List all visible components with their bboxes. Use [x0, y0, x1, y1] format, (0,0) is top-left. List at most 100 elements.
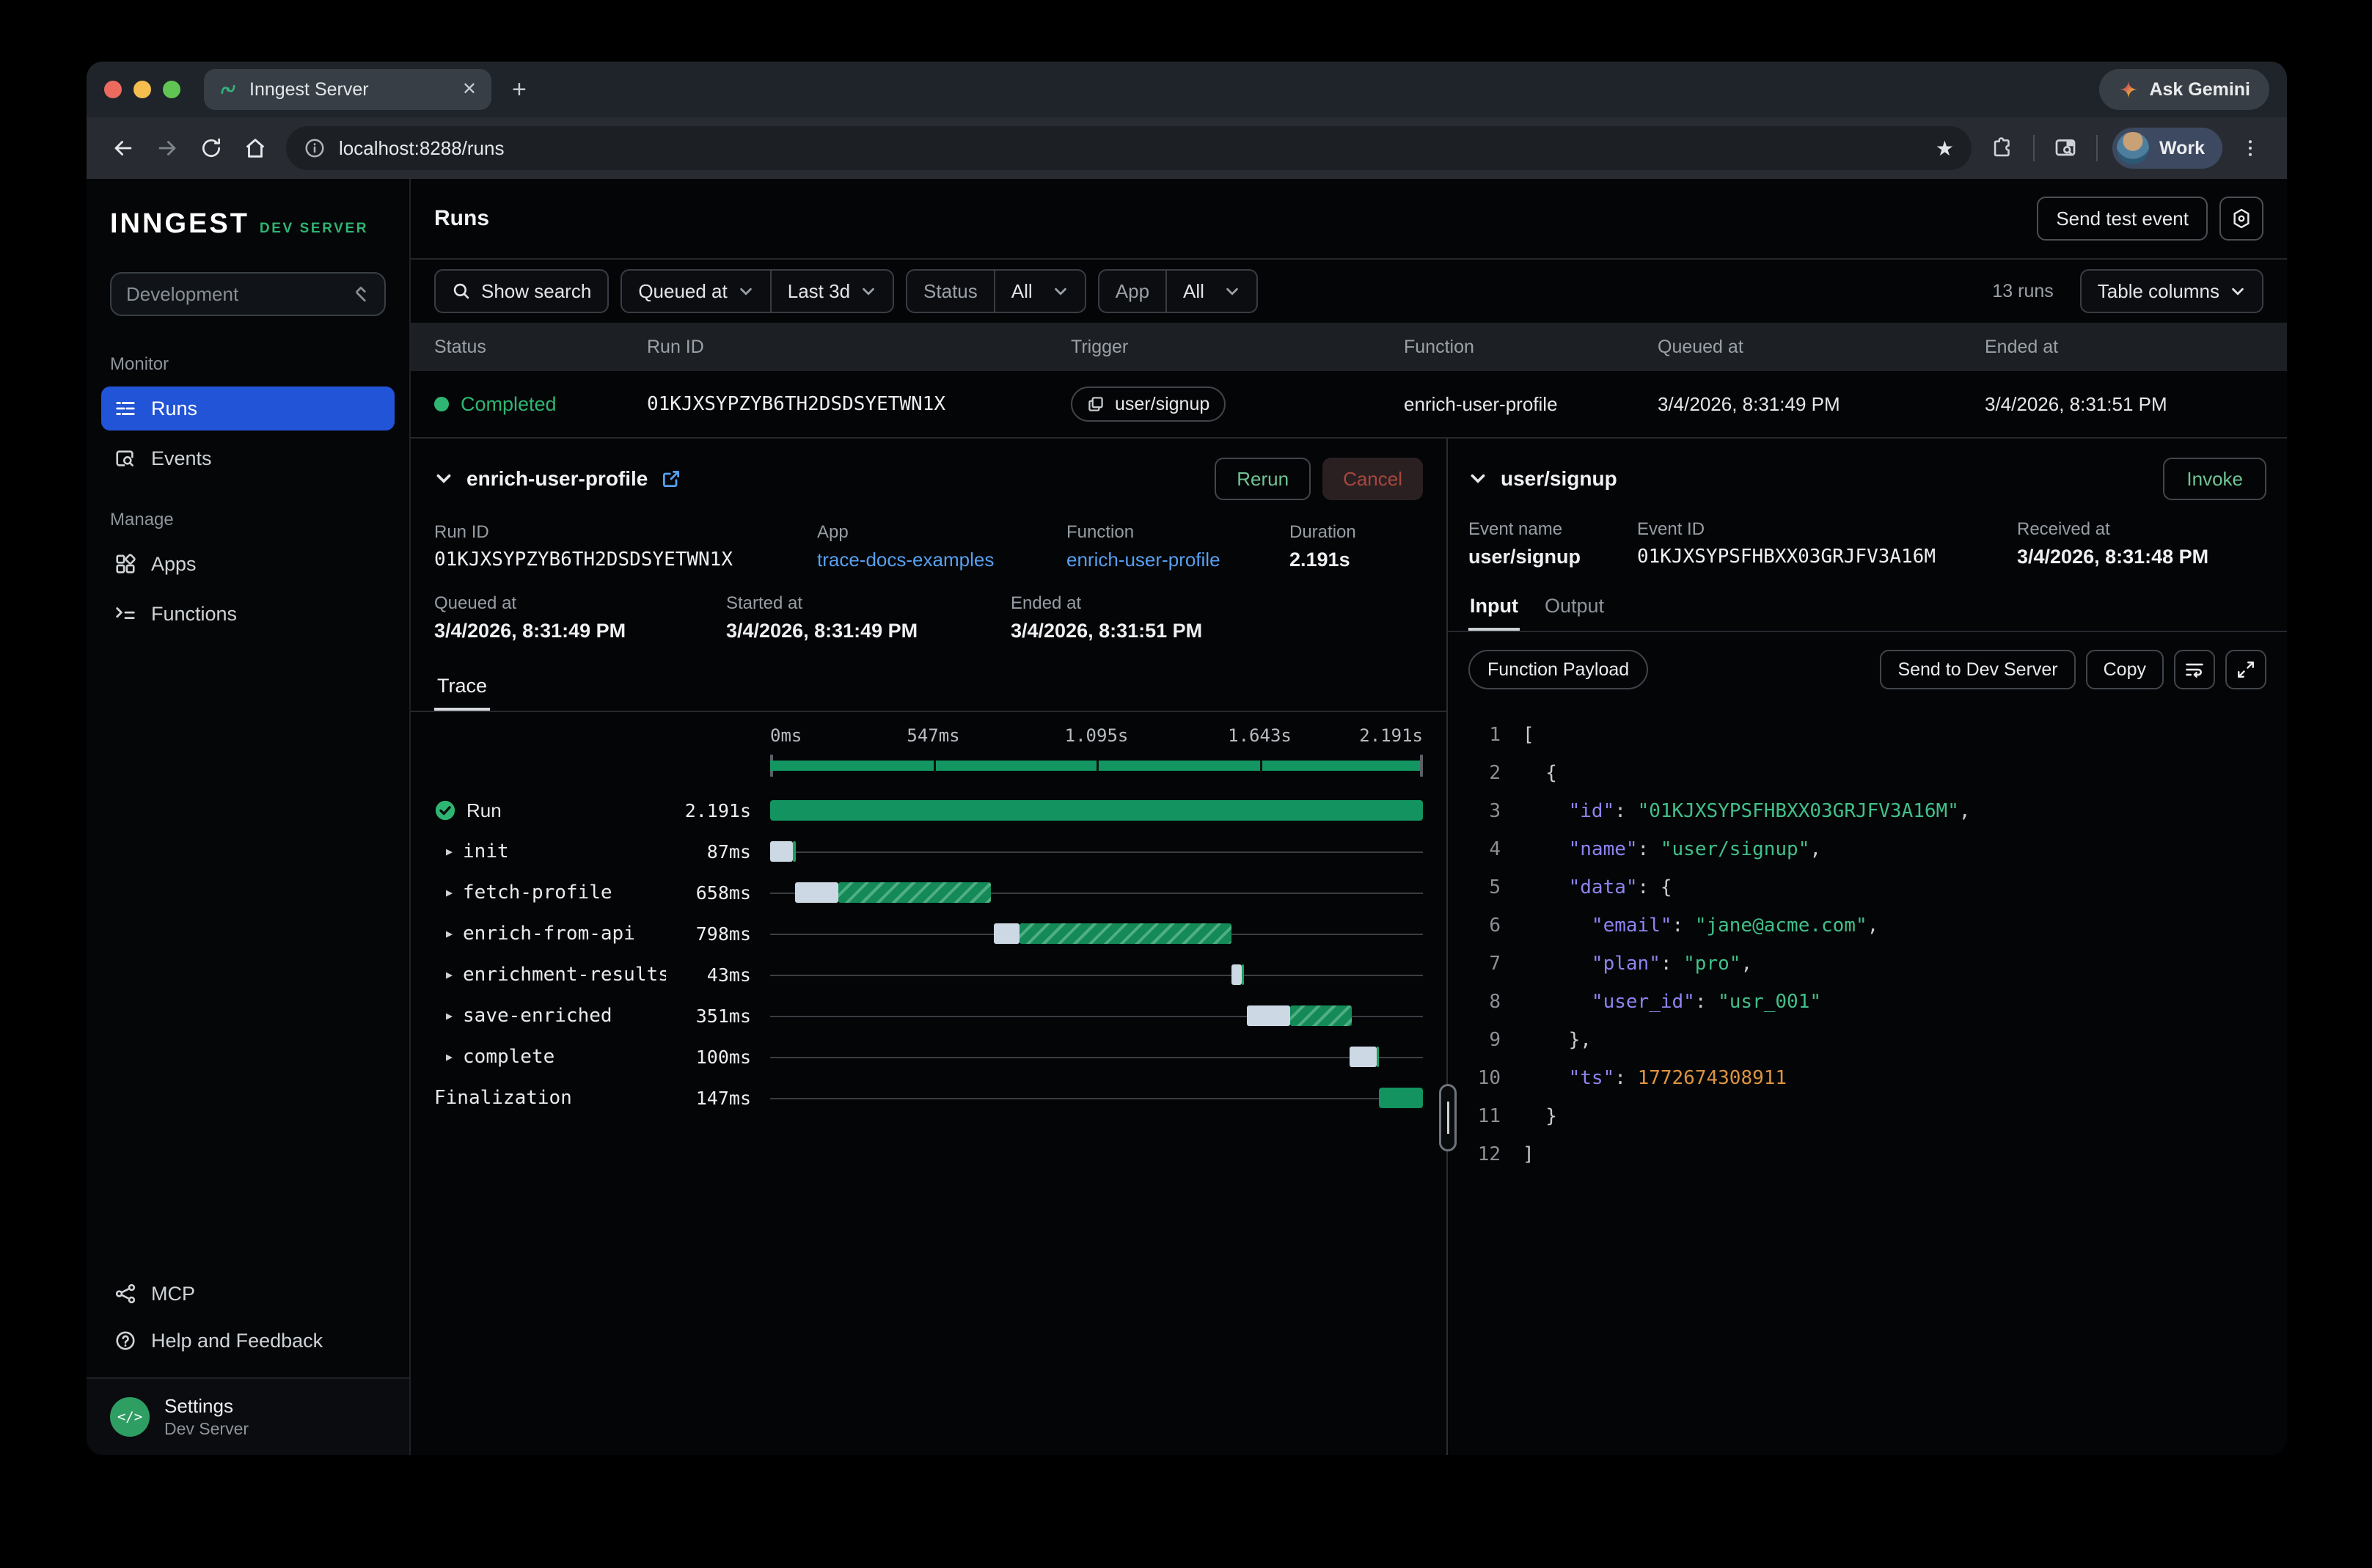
close-tab-icon[interactable]: ✕	[462, 81, 477, 98]
reload-button[interactable]	[189, 126, 233, 170]
back-button[interactable]	[101, 126, 145, 170]
browser-menu-icon[interactable]	[2228, 126, 2272, 170]
sidebar-item-events[interactable]: Events	[101, 436, 395, 480]
tab-input[interactable]: Input	[1468, 589, 1520, 631]
extensions-icon[interactable]	[1980, 126, 2024, 170]
sidebar-item-apps[interactable]: Apps	[101, 542, 395, 586]
trace-row[interactable]: ▶save-enriched351ms	[434, 995, 1423, 1036]
collapse-chevron-icon[interactable]	[1468, 469, 1487, 488]
table-columns-button[interactable]: Table columns	[2080, 269, 2263, 313]
home-button[interactable]	[233, 126, 277, 170]
sidebar-item-mcp[interactable]: MCP	[101, 1272, 395, 1316]
expand-triangle-icon[interactable]: ▶	[446, 886, 453, 899]
invoke-button[interactable]: Invoke	[2163, 458, 2266, 500]
address-bar[interactable]: localhost:8288/runs ★	[286, 126, 1972, 170]
expand-triangle-icon[interactable]: ▶	[446, 927, 453, 940]
trigger-pill[interactable]: user/signup	[1071, 386, 1226, 422]
detail-ended-at: 3/4/2026, 8:31:51 PM	[1011, 620, 1423, 642]
trace-row[interactable]: Run2.191s	[434, 790, 1423, 831]
line-number: 10	[1468, 1067, 1501, 1089]
trace-row[interactable]: ▶complete100ms	[434, 1036, 1423, 1077]
sidebar-item-help[interactable]: Help and Feedback	[101, 1319, 395, 1363]
trace-step-bar[interactable]	[770, 954, 1423, 995]
trace-step-bar[interactable]	[770, 872, 1423, 913]
trace-row[interactable]: ▶init87ms	[434, 831, 1423, 872]
trace-segment-run-hatched	[1020, 923, 1231, 944]
trace-row[interactable]: ▶enrich-from-api798ms	[434, 913, 1423, 954]
expand-triangle-icon[interactable]: ▶	[446, 845, 453, 858]
expand-button[interactable]	[2225, 650, 2266, 689]
zoom-window-button[interactable]	[163, 81, 180, 98]
dev-server-settings-button[interactable]	[2219, 197, 2263, 241]
environment-select[interactable]: Development	[110, 272, 386, 316]
event-id-value: 01KJXSYPSFHBXX03GRJFV3A16M	[1637, 546, 2017, 568]
external-link-icon[interactable]	[661, 469, 681, 489]
trace-row[interactable]: Finalization147ms	[434, 1077, 1423, 1118]
tab-output[interactable]: Output	[1543, 589, 1606, 631]
pane-resize-handle[interactable]	[1439, 1084, 1457, 1151]
status-filter-value-button[interactable]: All	[994, 271, 1085, 312]
axis-tick-label: 2.191s	[1359, 725, 1423, 746]
payload-json-viewer[interactable]: 1[2 {3 "id": "01KJXSYPSFHBXX03GRJFV3A16M…	[1448, 701, 2287, 1188]
app-filter-value-button[interactable]: All	[1165, 271, 1256, 312]
toolbar-divider	[2033, 135, 2035, 161]
runs-count: 13 runs	[1992, 281, 2053, 302]
received-at-value: 3/4/2026, 8:31:48 PM	[2017, 546, 2266, 568]
trace-step-bar[interactable]	[770, 913, 1423, 954]
bookmark-star-icon[interactable]: ★	[1936, 136, 1954, 161]
payload-toolbar: Function Payload Send to Dev Server Copy	[1448, 632, 2287, 701]
trace-step-bar[interactable]	[770, 831, 1423, 872]
settings-entry[interactable]: </> Settings Dev Server	[87, 1377, 409, 1455]
run-title: enrich-user-profile	[466, 467, 648, 491]
chevron-down-icon	[2230, 283, 2246, 299]
time-range-button[interactable]: Last 3d	[770, 271, 893, 312]
payload-line: 3 "id": "01KJXSYPSFHBXX03GRJFV3A16M",	[1468, 792, 2266, 830]
run-detail-split: enrich-user-profile Rerun Cancel Run ID …	[411, 437, 2287, 1455]
show-search-button[interactable]: Show search	[434, 269, 609, 313]
search-tabs-icon[interactable]	[2043, 126, 2087, 170]
function-link[interactable]: enrich-user-profile	[1066, 549, 1289, 571]
trace-step-bar[interactable]	[770, 1077, 1423, 1118]
trace-step-label: Run	[466, 799, 502, 822]
minimap-tick	[1097, 761, 1099, 771]
trace-row[interactable]: ▶enrichment-results43ms	[434, 954, 1423, 995]
close-window-button[interactable]	[104, 81, 122, 98]
trace-step-bar[interactable]	[770, 995, 1423, 1036]
expand-triangle-icon[interactable]: ▶	[446, 968, 453, 981]
new-tab-button[interactable]: +	[512, 76, 527, 104]
browser-tab[interactable]: Inngest Server ✕	[204, 69, 491, 110]
site-info-icon[interactable]	[304, 137, 326, 159]
trace-segment-run-hatched	[1290, 1005, 1352, 1026]
trace-step-bar[interactable]	[770, 790, 1423, 831]
ask-gemini-button[interactable]: Ask Gemini	[2099, 69, 2269, 110]
forward-button[interactable]	[145, 126, 189, 170]
trace-row[interactable]: ▶fetch-profile658ms	[434, 872, 1423, 913]
sidebar-item-functions[interactable]: Functions	[101, 592, 395, 636]
rerun-button[interactable]: Rerun	[1215, 458, 1311, 500]
expand-triangle-icon[interactable]: ▶	[446, 1050, 453, 1063]
url-text[interactable]: localhost:8288/runs	[339, 137, 1922, 160]
expand-triangle-icon[interactable]: ▶	[446, 1009, 453, 1022]
trace-waterfall: 0ms547ms1.095s1.643s2.191s Run2.191s▶ini…	[411, 712, 1446, 1118]
trace-minimap[interactable]	[770, 753, 1423, 778]
line-number: 8	[1468, 991, 1501, 1013]
cancel-button[interactable]: Cancel	[1322, 458, 1423, 500]
app-link[interactable]: trace-docs-examples	[817, 549, 1066, 571]
send-to-dev-server-button[interactable]: Send to Dev Server	[1880, 650, 2075, 689]
collapse-chevron-icon[interactable]	[434, 469, 453, 488]
status-filter: Status All	[906, 269, 1086, 313]
function-payload-pill[interactable]: Function Payload	[1468, 650, 1648, 689]
copy-button[interactable]: Copy	[2086, 650, 2164, 689]
sidebar-item-runs[interactable]: Runs	[101, 386, 395, 431]
trace-segment-queued	[795, 882, 838, 903]
send-test-event-button[interactable]: Send test event	[2037, 197, 2208, 241]
word-wrap-button[interactable]	[2174, 650, 2215, 689]
browser-profile-button[interactable]: Work	[2112, 128, 2222, 169]
trace-step-bar[interactable]	[770, 1036, 1423, 1077]
payload-line: 8 "user_id": "usr_001"	[1468, 983, 2266, 1021]
run-table-row[interactable]: Completed 01KJXSYPZYB6TH2DSDSYETWN1X use…	[411, 371, 2287, 437]
queued-at-field-button[interactable]: Queued at	[622, 271, 769, 312]
minimize-window-button[interactable]	[133, 81, 151, 98]
tab-trace[interactable]: Trace	[434, 666, 490, 711]
payload-line: 7 "plan": "pro",	[1468, 945, 2266, 983]
